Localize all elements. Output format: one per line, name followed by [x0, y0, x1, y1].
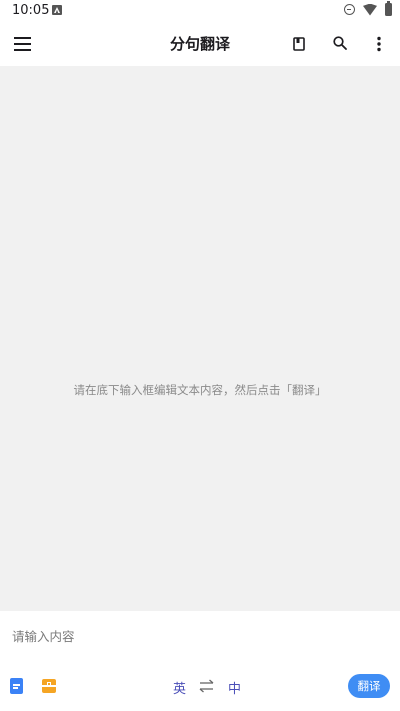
text-input[interactable] — [12, 625, 382, 647]
status-time: 10:05 — [12, 3, 50, 18]
swap-languages-icon[interactable] — [199, 679, 214, 693]
top-app-bar: 分句翻译 — [0, 22, 400, 66]
battery-icon — [385, 1, 392, 16]
more-vert-icon[interactable] — [377, 36, 381, 52]
search-icon[interactable] — [333, 36, 347, 50]
status-icons — [344, 1, 392, 16]
empty-state-hint: 请在底下输入框编辑文本内容，然后点击「翻译」 — [73, 383, 327, 397]
source-language-button[interactable]: 英 — [173, 678, 186, 697]
do-not-disturb-icon — [344, 4, 355, 15]
target-language-button[interactable]: 中 — [228, 678, 241, 697]
document-icon[interactable] — [10, 678, 23, 694]
wifi-icon — [363, 3, 377, 16]
bottom-toolbar: 英 中 翻译 — [0, 661, 400, 711]
accessibility-notification-icon — [52, 5, 62, 15]
status-bar: 10:05 — [0, 0, 400, 22]
book-icon[interactable] — [293, 37, 305, 51]
input-area — [0, 611, 400, 661]
archive-box-icon[interactable] — [42, 679, 56, 693]
translation-content-area[interactable]: 请在底下输入框编辑文本内容，然后点击「翻译」 — [0, 66, 400, 611]
translate-button[interactable]: 翻译 — [348, 674, 390, 698]
